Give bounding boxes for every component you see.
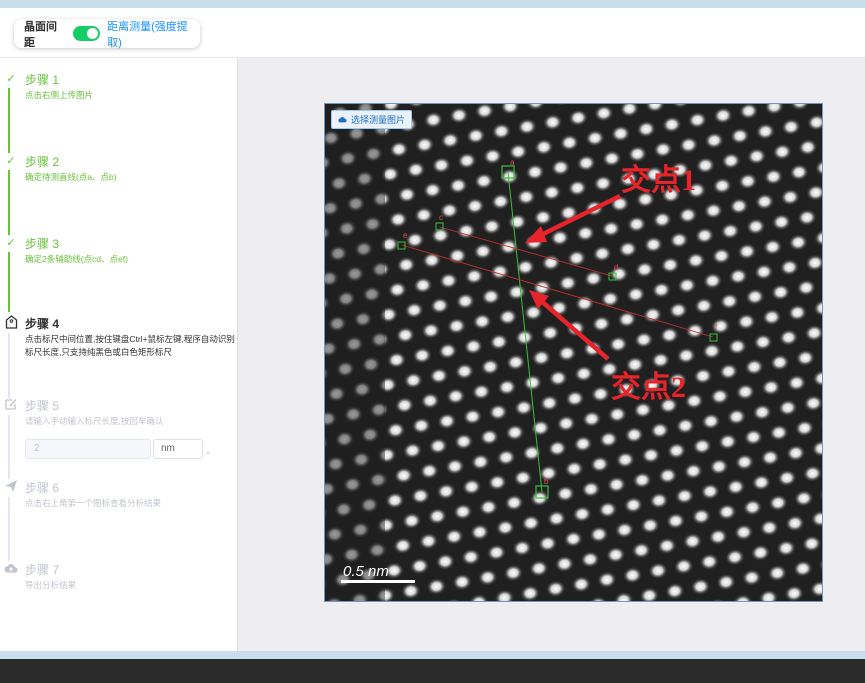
app-window: 晶面间距 距离测量(强度提取) ✓ 步骤 1 点击右侧上传图片 ✓ 步骤 2 确…	[0, 8, 865, 651]
cloud-icon	[4, 561, 18, 575]
check-icon: ✓	[6, 236, 16, 249]
mode-label: 晶面间距	[24, 20, 57, 49]
step-title: 步骤 4	[25, 317, 60, 331]
chevron-down-icon: ⌄	[204, 446, 212, 456]
point-label-a: a	[510, 158, 515, 167]
step-connector	[8, 333, 10, 398]
step-description: 确定待测直线(点a、点b)	[25, 172, 117, 182]
steps-sidebar: ✓ 步骤 1 点击右侧上传图片 ✓ 步骤 2 确定待测直线(点a、点b) ✓ 步…	[0, 58, 238, 651]
step-description: 请输入手动输入标尺长度,按回车确认	[25, 416, 164, 426]
select-image-button[interactable]: 选择测量图片	[331, 110, 413, 129]
step-connector	[8, 252, 10, 312]
point-label-d: d	[614, 263, 618, 272]
mode-toggle-switch[interactable]	[72, 26, 101, 41]
step-description: 导出分析结果	[25, 580, 77, 590]
point-label-c: c	[439, 213, 443, 222]
switch-knob	[87, 28, 99, 39]
unit-value: nm	[161, 443, 175, 454]
tag-icon	[4, 315, 18, 329]
unit-select[interactable]: nm ⌄	[153, 439, 212, 459]
step-connector	[8, 497, 10, 561]
step-title: 步骤 1	[25, 73, 60, 87]
step-title: 步骤 6	[25, 481, 60, 495]
ruler-length-row: 2 nm ⌄	[25, 439, 212, 459]
annotation-intersection-2: 交点2	[611, 370, 686, 404]
mode-option-label[interactable]: 距离测量(强度提取)	[107, 18, 200, 50]
step-description: 确定2条辅助线(点cd、点ef)	[25, 254, 128, 264]
annotation-intersection-1: 交点1	[621, 163, 696, 197]
step-description: 点击标尺中间位置,按住键盘Ctrl+鼠标左键,程序自动识别标尺长度,只支持纯黑色…	[25, 334, 235, 357]
select-image-label: 选择测量图片	[351, 115, 406, 125]
ruler-length-input[interactable]: 2	[25, 439, 151, 459]
top-toolbar: 晶面间距 距离测量(强度提取)	[0, 8, 865, 58]
step-description: 点击右上角第一个图标查看分析结果	[25, 498, 162, 508]
scale-bar-label: 0.5 nm	[343, 563, 389, 580]
step-description: 点击右侧上传图片	[25, 90, 94, 100]
upload-cloud-icon	[338, 115, 347, 125]
measurement-image-frame[interactable]: a b c d e f 交点1 交点2 0.5 nm 选择测量图片	[324, 103, 823, 602]
point-label-b: b	[544, 477, 549, 486]
main-canvas-area: a b c d e f 交点1 交点2 0.5 nm 选择测量图片	[238, 58, 865, 651]
step-title: 步骤 2	[25, 155, 60, 169]
edit-icon	[4, 397, 18, 411]
point-label-e: e	[403, 231, 408, 240]
bottom-taskbar	[0, 659, 865, 683]
send-icon	[4, 479, 18, 493]
check-icon: ✓	[6, 72, 16, 85]
mode-switch-card: 晶面间距 距离测量(强度提取)	[14, 18, 200, 50]
tem-lattice-image[interactable]: a b c d e f 交点1 交点2 0.5 nm	[325, 104, 822, 601]
step-title: 步骤 7	[25, 563, 60, 577]
scale-bar-rect[interactable]	[341, 580, 415, 583]
step-title: 步骤 3	[25, 237, 60, 251]
check-icon: ✓	[6, 154, 16, 167]
step-connector	[8, 415, 10, 479]
step-connector	[8, 88, 10, 153]
step-connector	[8, 170, 10, 235]
step-title: 步骤 5	[25, 399, 60, 413]
